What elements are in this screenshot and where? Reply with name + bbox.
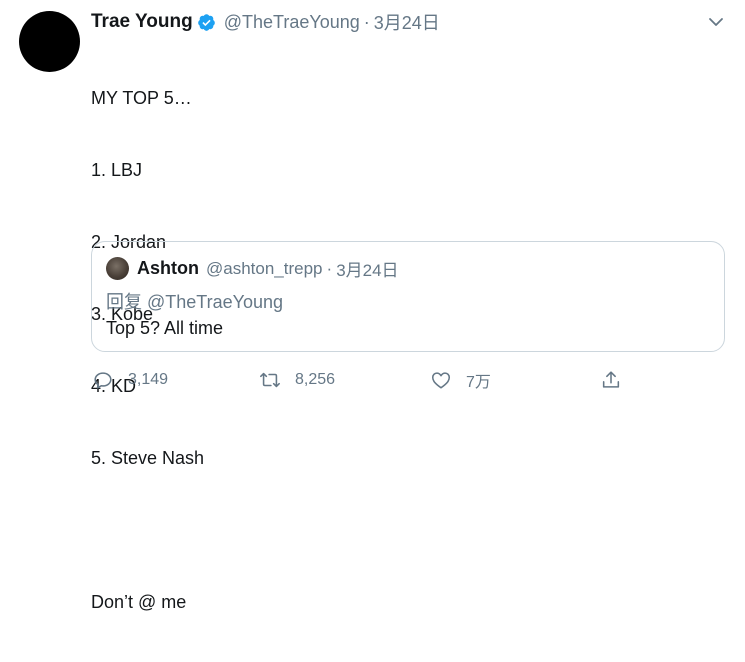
chevron-down-icon[interactable] (706, 12, 726, 32)
tweet-header: Trae Young @TheTraeYoung · 3月24日 (91, 10, 440, 34)
tweet: Trae Young @TheTraeYoung · 3月24日 MY TOP … (0, 0, 745, 612)
reply-mention[interactable]: @TheTraeYoung (147, 292, 283, 312)
tweet-text-line (91, 518, 204, 542)
retweet-count: 8,256 (295, 371, 336, 388)
tweet-text-line: 5. Steve Nash (91, 448, 205, 468)
retweet-icon (260, 372, 280, 388)
quoted-handle[interactable]: @ashton_trepp (206, 259, 323, 279)
reply-icon (94, 372, 112, 389)
tweet-text-line: MY TOP 5… (91, 88, 192, 108)
quoted-display-name[interactable]: Ashton (137, 258, 199, 279)
verified-badge-icon (197, 13, 216, 32)
heart-icon (431, 372, 451, 389)
quoted-avatar[interactable] (106, 257, 129, 280)
separator-dot: · (363, 11, 370, 32)
quoted-tweet-text: Top 5? All time (106, 318, 224, 338)
share-icon (602, 371, 620, 388)
display-name[interactable]: Trae Young (91, 11, 193, 33)
avatar[interactable] (19, 11, 80, 72)
quoted-tweet-header: Ashton @ashton_trepp · 3月24日 (106, 256, 399, 281)
like-button[interactable]: 7万 (430, 366, 491, 394)
handle[interactable]: @TheTraeYoung (224, 12, 360, 33)
retweet-button[interactable]: 8,256 (259, 366, 335, 394)
replying-to: 回复 @TheTraeYoung (106, 288, 283, 314)
reply-count: 3,149 (128, 371, 169, 388)
like-count: 7万 (466, 374, 491, 391)
share-button[interactable] (600, 366, 622, 394)
action-bar: 3,149 8,256 7万 (0, 366, 745, 394)
reply-prefix: 回复 (106, 292, 142, 312)
quoted-tweet[interactable]: Ashton @ashton_trepp · 3月24日 回复 @TheTrae… (91, 241, 725, 352)
tweet-date[interactable]: 3月24日 (374, 9, 440, 35)
quoted-date[interactable]: 3月24日 (336, 256, 398, 281)
reply-button[interactable]: 3,149 (92, 366, 168, 394)
tweet-text-line: Don’t @ me (91, 592, 187, 612)
tweet-text-line: 1. LBJ (91, 160, 143, 180)
quoted-separator-dot: · (326, 258, 333, 278)
